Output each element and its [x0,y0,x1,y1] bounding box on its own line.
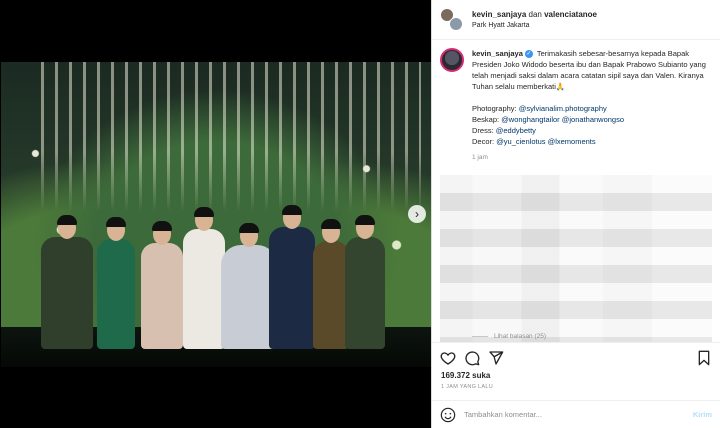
person-2 [97,217,135,349]
mention-link[interactable]: @lxemoments [548,137,596,146]
username-link[interactable]: valenciatanoe [544,10,597,19]
joiner-text: dan [528,10,542,19]
bookmark-icon[interactable] [696,350,712,366]
mention-link[interactable]: @wonghangtailor [501,115,559,124]
instagram-post-view: › kevin_sanjaya dan valenciatanoe Park H… [0,0,720,428]
credit-line: Decor: @yu_cienlotus @lxemoments [472,137,596,146]
blurred-comments [440,175,712,342]
emoji-icon[interactable] [440,407,456,423]
caption-timestamp: 1 jam [472,154,488,161]
credit-line: Beskap: @wonghangtailor @jonathanwongso [472,115,625,124]
post-side-panel: kevin_sanjaya dan valenciatanoe Park Hya… [431,0,720,428]
action-bar [432,342,720,372]
mention-link[interactable]: @sylvianalim.photography [519,104,607,113]
caption: kevin_sanjaya ✓ Terimakasih sebesar-besar… [440,48,712,163]
comment-icon[interactable] [464,350,480,366]
person-3 [141,221,183,349]
post-comment-button[interactable]: Kirim [693,410,712,419]
person-8 [345,215,385,349]
person-1 [41,215,93,349]
comment-input[interactable] [464,410,693,419]
username-link[interactable]: kevin_sanjaya [472,10,526,19]
credit-line: Photography: @sylvianalim.photography [472,104,607,113]
likes-count[interactable]: 169.372 suka [441,371,490,380]
share-icon[interactable] [488,350,504,366]
chevron-right-icon[interactable]: › [408,205,426,223]
mention-link[interactable]: @yu_cienlotus [496,137,545,146]
hanging-flowers [41,62,421,212]
mention-link[interactable]: @jonathanwongso [562,115,624,124]
view-replies-link[interactable]: Lihat balasan (25) [472,333,546,340]
location-link[interactable]: Park Hyatt Jakarta [472,22,597,29]
person-6 [269,205,315,349]
credit-line: Dress: @eddybetty [472,126,536,135]
person-4 [183,207,225,349]
avatar[interactable] [440,48,464,72]
caption-username[interactable]: kevin_sanjaya [472,49,523,58]
add-comment-bar: Kirim [432,400,720,428]
post-time: 1 JAM YANG LALU [441,384,493,390]
comments-area: kevin_sanjaya ✓ Terimakasih sebesar-besar… [432,40,720,342]
verified-icon: ✓ [524,50,533,59]
post-header: kevin_sanjaya dan valenciatanoe Park Hya… [432,0,720,40]
collab-avatars[interactable] [440,7,464,32]
person-7 [313,219,349,349]
heart-icon[interactable] [440,350,456,366]
collab-usernames: kevin_sanjaya dan valenciatanoe [472,10,597,19]
post-photo[interactable] [1,62,431,367]
mention-link[interactable]: @eddybetty [496,126,536,135]
avatar [449,16,463,31]
